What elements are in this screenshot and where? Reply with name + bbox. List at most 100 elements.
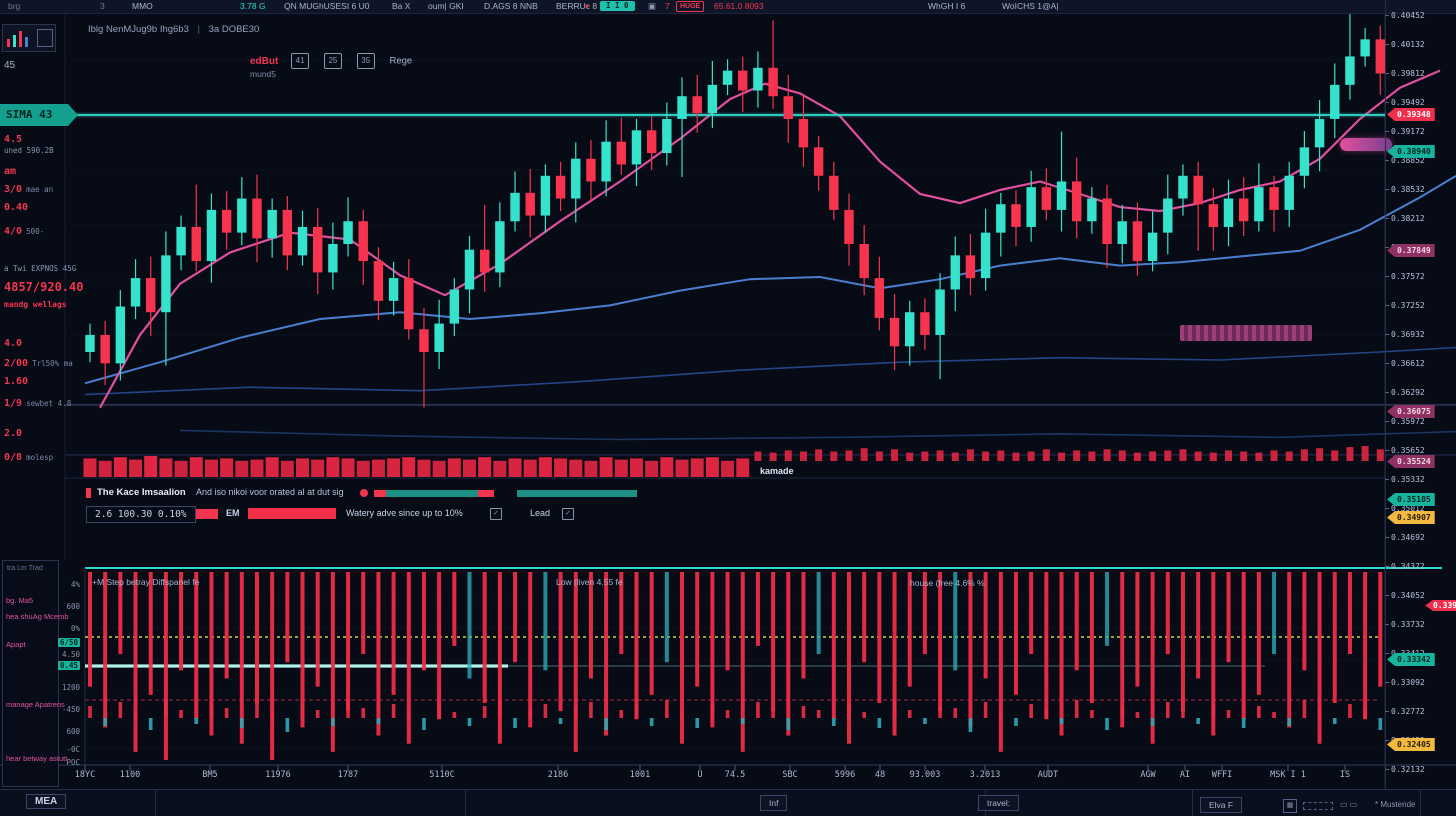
lower-axis-label: 600 (66, 727, 80, 736)
signal-label[interactable]: Low (liven 4.55 fe (556, 577, 623, 587)
strategy-panel: tra Lm Trad (2, 560, 59, 787)
macd-label[interactable]: +M Step betray Diffspanel fe (92, 577, 199, 587)
toggle-icon[interactable]: ▭ ▭ (1340, 800, 1357, 809)
strategy-item[interactable]: hear betway astutt (6, 754, 67, 763)
lines-icon[interactable] (1303, 802, 1333, 810)
indicator-icon[interactable]: 41 (291, 53, 309, 69)
strategy-item[interactable]: Apapt (6, 640, 26, 649)
trading-terminal: brg 3 MMO 3.78 G QN MUGhUSESI 6 U0 Ba X oum| G… (0, 0, 1456, 816)
top-menu-item[interactable]: oum| GKI (428, 1, 464, 12)
top-menu-item[interactable]: D.AGS 8 NNB (484, 1, 538, 12)
lower-axis-label: 600 (66, 602, 80, 611)
top-menu-item[interactable]: QN MUGhUSESI 6 U0 (284, 1, 370, 12)
strategy-item[interactable]: bg. Ma5 (6, 596, 33, 605)
legend-range-bar-2 (517, 490, 637, 497)
lower-axis-label: 6/50 (58, 638, 80, 647)
lead-label: Lead (530, 508, 550, 518)
strategy-panel-title: tra Lm Trad (7, 565, 43, 572)
quote-row: 4.5 (4, 134, 22, 145)
layout-icon[interactable]: 35 (357, 53, 375, 69)
top-menu-item[interactable]: WoICHS 1@A| (1002, 1, 1059, 12)
left-price-badge: SIMA 43 (0, 104, 68, 126)
top-menu-item[interactable]: ● (585, 1, 589, 12)
top-menu-item[interactable]: brg (8, 1, 20, 12)
price-tag-yellow: 0.34907 (1387, 511, 1435, 524)
ema-label: EM (226, 508, 240, 518)
toolbar-sub-label: mund5 (250, 69, 276, 79)
price-tag-yellow: 0.32405 (1387, 738, 1435, 751)
price-tag-teal: 0.33342 (1387, 653, 1435, 666)
price-axis-label: 0.37252 (1391, 301, 1425, 310)
quote-row: am (4, 166, 16, 177)
price-axis-label: 0.36612 (1391, 359, 1425, 368)
range-button[interactable]: Rege (389, 56, 412, 67)
grid-icon[interactable]: ▦ (1283, 799, 1297, 813)
price-axis-label: 0.40132 (1391, 40, 1425, 49)
price-axis-label: 0.40452 (1391, 11, 1425, 20)
price-axis-label: 0.38532 (1391, 185, 1425, 194)
top-menu-item[interactable]: 3.78 G (240, 1, 266, 12)
travel-button[interactable]: travel: (978, 795, 1019, 811)
lower-axis-label: 0.45 (58, 661, 80, 670)
hatched-zone-pill[interactable] (1180, 325, 1312, 341)
oscillator-bars (88, 700, 1382, 732)
chart-toolbar: edBut 41 25 35 Rege mund5 (250, 53, 412, 69)
price-tag-teal: 0.38940 (1387, 145, 1435, 158)
price-tag-red: 0.39348 (1387, 108, 1435, 121)
price-tag-purple: 0.36075 (1387, 405, 1435, 418)
corner-label: 45 (4, 60, 15, 71)
top-menu-item[interactable]: 3 (100, 1, 105, 12)
price-axis-label: 0.34052 (1391, 591, 1425, 600)
quote-row: 4.0 (4, 338, 22, 349)
strategy-item[interactable]: hea shuAg Mcemb (6, 612, 69, 621)
legend-range-bar (374, 490, 494, 497)
price-axis-label: 0.35972 (1391, 417, 1425, 426)
price-axis-label: 0.35332 (1391, 475, 1425, 484)
price-axis[interactable]: 0.404520.401320.398120.394920.391720.388… (1385, 0, 1456, 790)
top-pill-button[interactable]: I I 0 (600, 1, 635, 11)
price-axis-label: 0.34372 (1391, 562, 1425, 571)
price-axis-label: 0.32772 (1391, 707, 1425, 716)
legend-note: Watery adve since up to 10% (346, 508, 463, 518)
hist-label[interactable]: house (free 4.6% % (910, 578, 985, 588)
price-axis-label: 0.33092 (1391, 678, 1425, 687)
lower-axis-label: 4% (71, 580, 80, 589)
axis-separator (1385, 0, 1386, 790)
price-axis-label: 0.33732 (1391, 620, 1425, 629)
quote-row: 2.0 (4, 428, 22, 439)
camera-icon[interactable]: 25 (324, 53, 342, 69)
top-menu-item[interactable]: 65.61.0 8093 (714, 1, 764, 12)
top-menu-item[interactable]: WhGH I 6 (928, 1, 965, 12)
mustende-label[interactable]: * Mustende (1375, 800, 1415, 809)
time-axis-ticks (0, 765, 1456, 771)
symbol-label[interactable]: Iblg NenMJug9b Ihg6b3 (88, 24, 189, 35)
strategy-item[interactable]: manage Apatrens (6, 700, 65, 709)
alert-badge[interactable]: HUGE (676, 1, 704, 12)
ema-swatch (196, 509, 218, 519)
replay-label[interactable]: 3a DOBE30 (209, 24, 260, 35)
lower-axis-label: 0% (71, 624, 80, 633)
lead-checkbox[interactable]: ✓ (562, 508, 574, 520)
top-menu-item[interactable]: BERRUc 8 U (556, 1, 606, 12)
top-menu-item[interactable]: MMO (132, 1, 153, 12)
legend-checkbox[interactable]: ✓ (490, 508, 502, 520)
price-tag-redsm: 0.33926 (1425, 600, 1456, 611)
sell-button[interactable]: edBut (250, 56, 278, 67)
price-axis-label: 0.37572 (1391, 272, 1425, 281)
lower-axis-label: -0C (66, 745, 80, 754)
inf-button[interactable]: Inf (760, 795, 787, 811)
price-tag-purple: 0.35524 (1387, 455, 1435, 468)
chart-canvas[interactable] (0, 0, 1456, 816)
lower-axis-label: POC (66, 758, 80, 767)
elva-button[interactable]: Elva F (1200, 797, 1242, 813)
volume-series (84, 446, 1384, 477)
mea-button[interactable]: MEA (26, 794, 66, 809)
top-menu-item[interactable]: 7 (665, 1, 670, 12)
top-menu-item[interactable]: Ba X (392, 1, 410, 12)
price-axis-label: 0.39492 (1391, 98, 1425, 107)
price-axis-label: 0.38212 (1391, 214, 1425, 223)
mini-chart-thumbnail[interactable] (2, 24, 56, 52)
lower-axis-label: 4.50 (62, 650, 80, 659)
top-menu-item[interactable]: ▣ (648, 1, 656, 12)
legend-subtitle: And iso nikoi voor orated al at dut sig (196, 487, 344, 497)
